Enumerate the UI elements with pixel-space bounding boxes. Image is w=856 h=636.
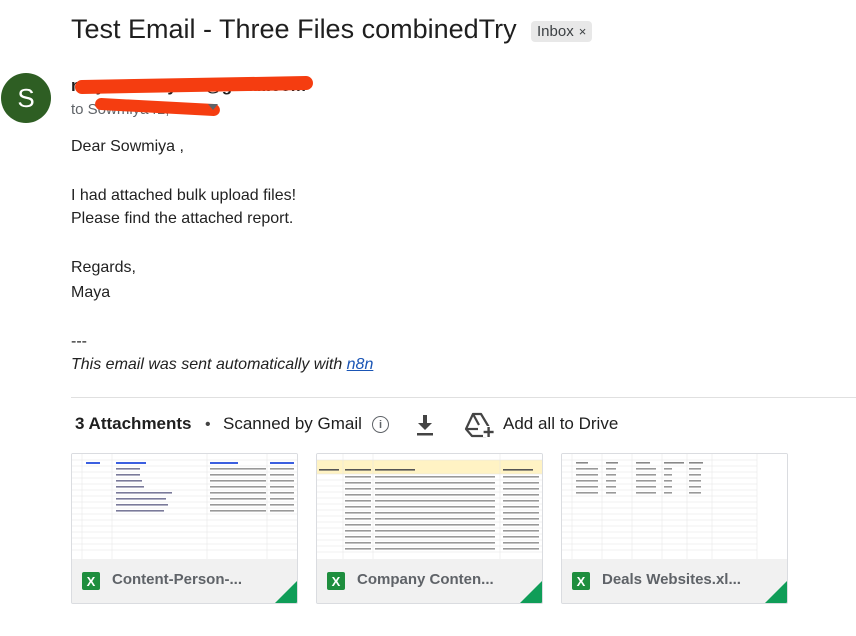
attachment-filename: Deals Websites.xl... bbox=[602, 571, 741, 588]
excel-icon: X bbox=[82, 572, 100, 590]
signature-name: Maya bbox=[71, 284, 111, 301]
attachment-card-company-content[interactable]: X Company Conten... bbox=[316, 453, 543, 604]
excel-icon: X bbox=[572, 572, 590, 590]
excel-icon: X bbox=[327, 572, 345, 590]
attachments-title: 3 Attachments bbox=[75, 414, 192, 433]
greeting-text: Dear Sowmiya , bbox=[71, 138, 184, 155]
scanned-by-gmail-text: Scanned by Gmail bbox=[223, 414, 362, 433]
add-to-drive-icon[interactable] bbox=[464, 412, 494, 438]
recipient-details-caret-icon[interactable] bbox=[208, 104, 218, 110]
inbox-label-text: Inbox bbox=[537, 23, 574, 40]
file-corner-fold-icon bbox=[520, 581, 542, 603]
attachment-footer: X Company Conten... bbox=[317, 559, 542, 603]
attachment-filename: Company Conten... bbox=[357, 571, 494, 588]
email-subject: Test Email - Three Files combinedTry bbox=[71, 14, 517, 44]
automation-note: This email was sent automatically with n… bbox=[71, 356, 373, 374]
attachments-divider bbox=[71, 397, 856, 398]
attachment-card-deals-websites[interactable]: X Deals Websites.xl... bbox=[561, 453, 788, 604]
spreadsheet-preview-thumbnail bbox=[562, 454, 787, 559]
automation-note-text: This email was sent automatically with bbox=[71, 356, 347, 373]
body-line-1: I had attached bulk upload files! bbox=[71, 187, 297, 204]
sender-avatar[interactable]: S bbox=[1, 73, 51, 123]
info-icon[interactable]: i bbox=[372, 416, 389, 433]
separator-dot: • bbox=[205, 416, 211, 433]
file-corner-fold-icon bbox=[275, 581, 297, 603]
n8n-link[interactable]: n8n bbox=[347, 356, 374, 373]
spreadsheet-preview-thumbnail bbox=[72, 454, 297, 559]
remove-label-icon[interactable]: × bbox=[579, 24, 587, 39]
signature-separator: --- bbox=[71, 333, 87, 350]
attachment-filename: Content-Person-... bbox=[112, 571, 242, 588]
inbox-label-chip[interactable]: Inbox × bbox=[531, 21, 593, 42]
spreadsheet-preview-thumbnail bbox=[317, 454, 542, 559]
download-all-icon[interactable] bbox=[415, 414, 435, 436]
attachment-card-content-person[interactable]: X Content-Person-... bbox=[71, 453, 298, 604]
file-corner-fold-icon bbox=[765, 581, 787, 603]
attachment-footer: X Deals Websites.xl... bbox=[562, 559, 787, 603]
attachment-footer: X Content-Person-... bbox=[72, 559, 297, 603]
body-line-2: Please find the attached report. bbox=[71, 210, 294, 227]
add-all-to-drive-button[interactable]: Add all to Drive bbox=[503, 414, 618, 434]
regards-text: Regards, bbox=[71, 259, 136, 276]
